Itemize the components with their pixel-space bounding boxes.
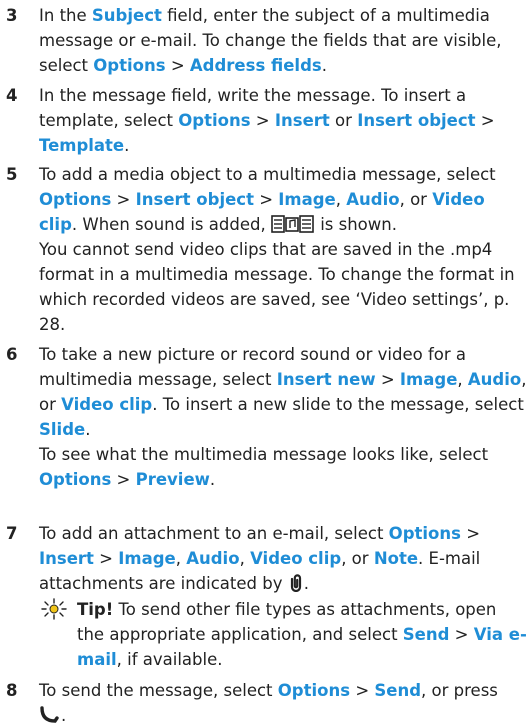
- menu-term: Insert: [39, 549, 94, 568]
- text: >: [449, 625, 474, 644]
- menu-term: Options: [388, 524, 461, 543]
- text: .: [303, 574, 309, 593]
- text: , or press: [421, 681, 498, 700]
- text: ,: [175, 549, 187, 568]
- text: or: [329, 111, 358, 130]
- step-text: To add a media object to a multimedia me…: [39, 162, 527, 337]
- text: To send the message, select: [39, 681, 278, 700]
- step-paragraph: You cannot send video clips that are sav…: [39, 240, 515, 334]
- menu-term: Slide: [39, 420, 86, 439]
- step-number: 7: [6, 524, 18, 543]
- text: . When sound is added,: [71, 215, 271, 234]
- text: .: [124, 136, 130, 155]
- step-text: To add an attachment to an e-mail, selec…: [39, 521, 527, 596]
- menu-term: Video clip: [61, 395, 153, 414]
- menu-term: Address fields: [189, 56, 322, 75]
- menu-term: Options: [277, 681, 351, 700]
- menu-term: Insert new: [276, 370, 376, 389]
- text: >: [165, 56, 190, 75]
- lightbulb-tip-icon: [41, 598, 67, 620]
- text: >: [460, 524, 481, 543]
- menu-term: Options: [93, 56, 166, 75]
- text: , if available.: [116, 650, 223, 669]
- text: .: [85, 420, 91, 439]
- text: ,: [335, 190, 347, 209]
- tip-label: Tip!: [77, 600, 114, 619]
- text: >: [250, 111, 275, 130]
- paperclip-icon: [290, 574, 301, 592]
- menu-term: Image: [278, 190, 336, 209]
- text: To add a media object to a multimedia me…: [39, 165, 496, 184]
- step-text: In the message field, write the message.…: [39, 83, 527, 158]
- text: >: [475, 111, 495, 130]
- text: .: [209, 470, 216, 489]
- menu-term: Template: [39, 136, 125, 155]
- step-number: 6: [6, 345, 18, 364]
- text: ,: [239, 549, 251, 568]
- menu-term: Options: [39, 470, 112, 489]
- menu-term: Image: [399, 370, 458, 389]
- tip-text: Tip! To send other file types as attachm…: [77, 597, 527, 672]
- text: >: [253, 190, 279, 209]
- text: >: [350, 681, 375, 700]
- step-text: To send the message, select Options > Se…: [39, 678, 527, 728]
- text: .: [61, 706, 67, 725]
- text: To see what the multimedia message looks…: [39, 445, 489, 464]
- step-paragraph: To add a media object to a multimedia me…: [39, 162, 527, 237]
- sound-added-icon: [271, 215, 314, 233]
- step-number: 8: [6, 681, 18, 700]
- step-number: 5: [6, 165, 18, 184]
- text: >: [111, 190, 136, 209]
- menu-term: Preview: [135, 470, 210, 489]
- menu-term: Image: [118, 549, 176, 568]
- menu-term: Options: [178, 111, 251, 130]
- step-text: In the Subject field, enter the subject …: [39, 3, 527, 78]
- text: >: [93, 549, 119, 568]
- step-paragraph: To see what the multimedia message looks…: [39, 442, 527, 492]
- text: , or: [341, 549, 374, 568]
- text: , or: [399, 190, 433, 209]
- menu-term: Options: [39, 190, 112, 209]
- text: .: [321, 56, 327, 75]
- menu-term: Subject: [91, 6, 162, 25]
- text: ,: [457, 370, 468, 389]
- call-key-icon: [40, 706, 59, 723]
- menu-term: Send: [402, 625, 450, 644]
- tip-box: Tip! To send other file types as attachm…: [39, 597, 527, 672]
- step-number: 3: [6, 6, 18, 25]
- menu-term: Audio: [186, 549, 240, 568]
- step-text: To take a new picture or record sound or…: [39, 342, 527, 492]
- manual-page: 3 In the Subject field, enter the subjec…: [0, 0, 530, 728]
- text: In the: [39, 6, 92, 25]
- text: >: [111, 470, 136, 489]
- menu-term: Audio: [467, 370, 522, 389]
- step-number: 4: [6, 86, 18, 105]
- text: . To insert a new slide to the message, …: [152, 395, 524, 414]
- step-paragraph: To take a new picture or record sound or…: [39, 342, 527, 442]
- menu-term: Send: [374, 681, 422, 700]
- menu-term: Insert object: [135, 190, 254, 209]
- menu-term: Insert: [274, 111, 330, 130]
- menu-term: Insert object: [357, 111, 476, 130]
- menu-term: Audio: [346, 190, 400, 209]
- text: To add an attachment to an e-mail, selec…: [39, 524, 389, 543]
- menu-term: Video clip: [250, 549, 342, 568]
- text: >: [375, 370, 400, 389]
- menu-term: Note: [373, 549, 419, 568]
- text: is shown.: [314, 215, 397, 234]
